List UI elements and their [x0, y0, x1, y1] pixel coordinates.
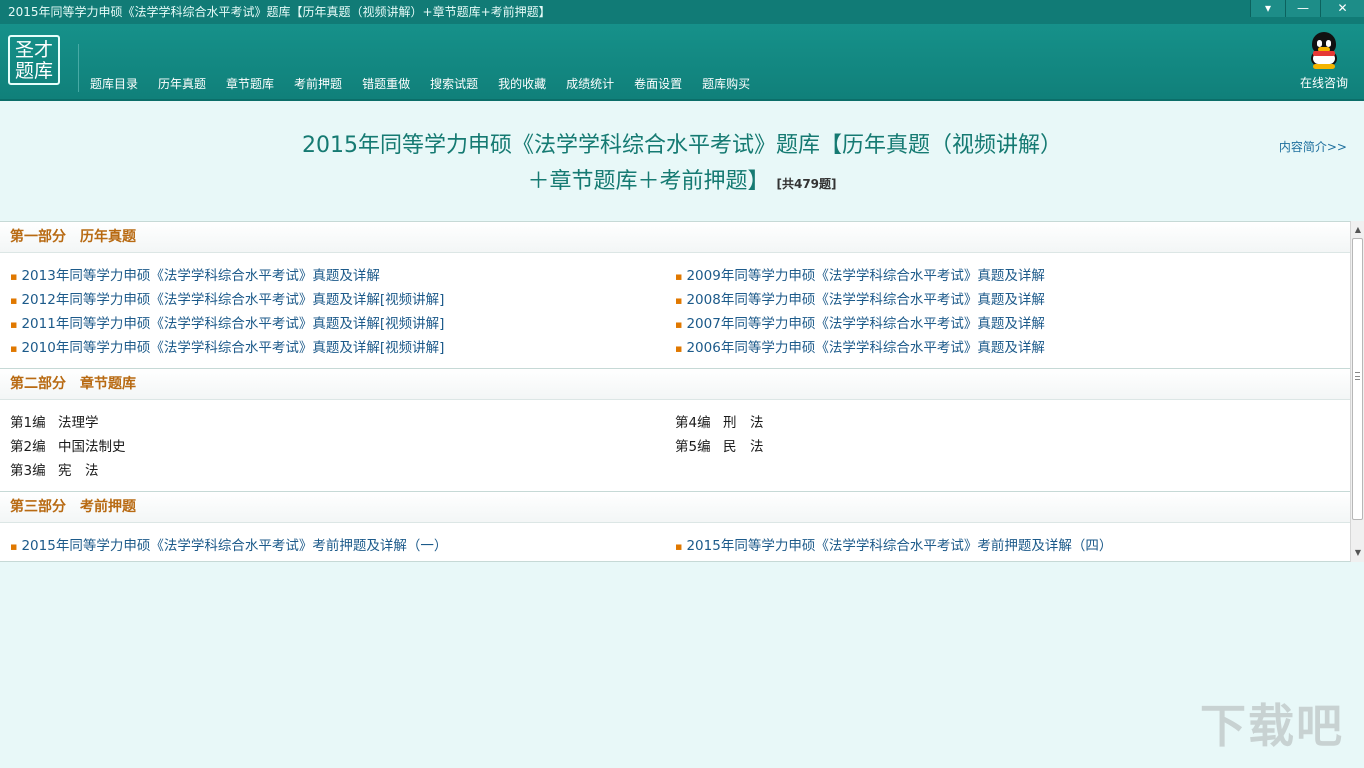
nav-item-chapter-bank[interactable]: 章节题库 [216, 74, 284, 94]
prediction-link[interactable]: ▪ 2015年同等学力申硕《法学学科综合水平考试》考前押题及详解（一） [10, 536, 447, 560]
page-title: 2015年同等学力申硕《法学学科综合水平考试》题库【历年真题（视频讲解） ＋章节… [282, 128, 1082, 202]
list-column-left: 第1编 法理学 第2编 中国法制史 第3编宪 法 [10, 413, 126, 485]
vertical-scrollbar[interactable]: ▲ ▼ [1350, 221, 1364, 562]
page-title-line-2-text: ＋章节题库＋考前押题】 [527, 169, 770, 194]
section-header-predictions: 第三部分 考前押题 [0, 492, 1350, 523]
page-title-line-2: ＋章节题库＋考前押题】 [共479题] [282, 164, 1082, 202]
prediction-link[interactable]: ▪ 2015年同等学力申硕《法学学科综合水平考试》考前押题及详解（四） [675, 536, 1112, 560]
bullet-icon: ▪ [675, 294, 683, 307]
logo-divider [78, 44, 79, 92]
list-column-right: 第4编刑 法 第5编民 法 [675, 413, 764, 461]
scroll-down-arrow-icon[interactable]: ▼ [1353, 547, 1363, 559]
scroll-up-arrow-icon[interactable]: ▲ [1353, 224, 1363, 236]
nav-item-past-exams[interactable]: 历年真题 [148, 74, 216, 94]
intro-link[interactable]: 内容简介>> [1279, 138, 1347, 155]
exam-link[interactable]: ▪ 2009年同等学力申硕《法学学科综合水平考试》真题及详解 [675, 266, 1045, 290]
online-consult-label: 在线咨询 [1299, 76, 1348, 90]
online-consult-button[interactable]: 在线咨询 [1298, 32, 1350, 91]
nav-item-statistics[interactable]: 成绩统计 [556, 74, 624, 94]
page-title-line-1: 2015年同等学力申硕《法学学科综合水平考试》题库【历年真题（视频讲解） [302, 133, 1062, 158]
bullet-icon: ▪ [675, 270, 683, 283]
chapter-link[interactable]: 第2编 中国法制史 [10, 437, 126, 461]
bullet-icon: ▪ [10, 342, 18, 355]
exam-link[interactable]: ▪ 2007年同等学力申硕《法学学科综合水平考试》真题及详解 [675, 314, 1045, 338]
exam-link[interactable]: ▪ 2012年同等学力申硕《法学学科综合水平考试》真题及详解[视频讲解] [10, 290, 444, 314]
window-title: 2015年同等学力申硕《法学学科综合水平考试》题库【历年真题（视频讲解）+章节题… [8, 5, 551, 19]
chapter-link[interactable]: 第3编宪 法 [10, 461, 126, 485]
list-column-right: ▪ 2015年同等学力申硕《法学学科综合水平考试》考前押题及详解（四） [675, 536, 1112, 560]
bullet-icon: ▪ [675, 342, 683, 355]
question-count: [共479题] [776, 177, 837, 191]
window-title-bar: 2015年同等学力申硕《法学学科综合水平考试》题库【历年真题（视频讲解）+章节题… [0, 0, 1364, 24]
logo-line-2: 题库 [14, 60, 53, 82]
exam-link[interactable]: ▪ 2011年同等学力申硕《法学学科综合水平考试》真题及详解[视频讲解] [10, 314, 444, 338]
nav-item-favorites[interactable]: 我的收藏 [488, 74, 556, 94]
section-header-chapters: 第二部分 章节题库 [0, 369, 1350, 400]
section-body-past-exams: ▪ 2013年同等学力申硕《法学学科综合水平考试》真题及详解 ▪ 2012年同等学力… [0, 253, 1350, 369]
section-label: 第一部分 [10, 229, 66, 245]
list-column-left: ▪ 2013年同等学力申硕《法学学科综合水平考试》真题及详解 ▪ 2012年同等学力… [10, 266, 444, 362]
nav-item-search[interactable]: 搜索试题 [420, 74, 488, 94]
bullet-icon: ▪ [675, 318, 683, 331]
main-nav: 题库目录 历年真题 章节题库 考前押题 错题重做 搜索试题 我的收藏 成绩统计 … [80, 74, 760, 94]
app-header: 圣才 题库 题库目录 历年真题 章节题库 考前押题 错题重做 搜索试题 我的收藏… [0, 24, 1364, 101]
nav-item-catalog[interactable]: 题库目录 [80, 74, 148, 94]
bullet-icon: ▪ [675, 540, 683, 553]
section-name: 历年真题 [80, 229, 136, 245]
exam-link[interactable]: ▪ 2008年同等学力申硕《法学学科综合水平考试》真题及详解 [675, 290, 1045, 314]
bullet-icon: ▪ [10, 270, 18, 283]
exam-link[interactable]: ▪ 2013年同等学力申硕《法学学科综合水平考试》真题及详解 [10, 266, 444, 290]
exam-link[interactable]: ▪ 2010年同等学力申硕《法学学科综合水平考试》真题及详解[视频讲解] [10, 338, 444, 362]
chapter-link[interactable]: 第4编刑 法 [675, 413, 764, 437]
qq-penguin-icon [1307, 32, 1341, 70]
content-panel: 第一部分 历年真题 ▪ 2013年同等学力申硕《法学学科综合水平考试》真题及详解 ▪… [0, 221, 1350, 562]
menu-dropdown-button[interactable]: ▾ [1250, 0, 1285, 17]
chapter-link[interactable]: 第1编 法理学 [10, 413, 126, 437]
bullet-icon: ▪ [10, 318, 18, 331]
section-header-past-exams: 第一部分 历年真题 [0, 222, 1350, 253]
section-label: 第二部分 [10, 376, 66, 392]
nav-item-redo-mistakes[interactable]: 错题重做 [352, 74, 420, 94]
scroll-thumb[interactable] [1352, 238, 1363, 520]
app-logo: 圣才 题库 [8, 35, 60, 85]
nav-item-settings[interactable]: 卷面设置 [624, 74, 692, 94]
nav-item-predictions[interactable]: 考前押题 [284, 74, 352, 94]
window-controls: ▾ — ✕ [1250, 0, 1364, 18]
section-name: 考前押题 [80, 499, 136, 515]
chapter-link[interactable]: 第5编民 法 [675, 437, 764, 461]
list-column-left: ▪ 2015年同等学力申硕《法学学科综合水平考试》考前押题及详解（一） [10, 536, 447, 560]
exam-link[interactable]: ▪ 2006年同等学力申硕《法学学科综合水平考试》真题及详解 [675, 338, 1045, 362]
list-column-right: ▪ 2009年同等学力申硕《法学学科综合水平考试》真题及详解 ▪ 2008年同等学力… [675, 266, 1045, 362]
section-label: 第三部分 [10, 499, 66, 515]
section-body-predictions: ▪ 2015年同等学力申硕《法学学科综合水平考试》考前押题及详解（一） ▪ 2015… [0, 523, 1350, 561]
watermark: 下载吧 [1200, 699, 1344, 753]
logo-line-1: 圣才 [14, 39, 53, 61]
bullet-icon: ▪ [10, 294, 18, 307]
section-body-chapters: 第1编 法理学 第2编 中国法制史 第3编宪 法 第4编刑 法 第5编民 法 [0, 400, 1350, 492]
close-button[interactable]: ✕ [1320, 0, 1364, 17]
section-name: 章节题库 [80, 376, 136, 392]
nav-item-purchase[interactable]: 题库购买 [692, 74, 760, 94]
minimize-button[interactable]: — [1285, 0, 1320, 17]
bullet-icon: ▪ [10, 540, 18, 553]
